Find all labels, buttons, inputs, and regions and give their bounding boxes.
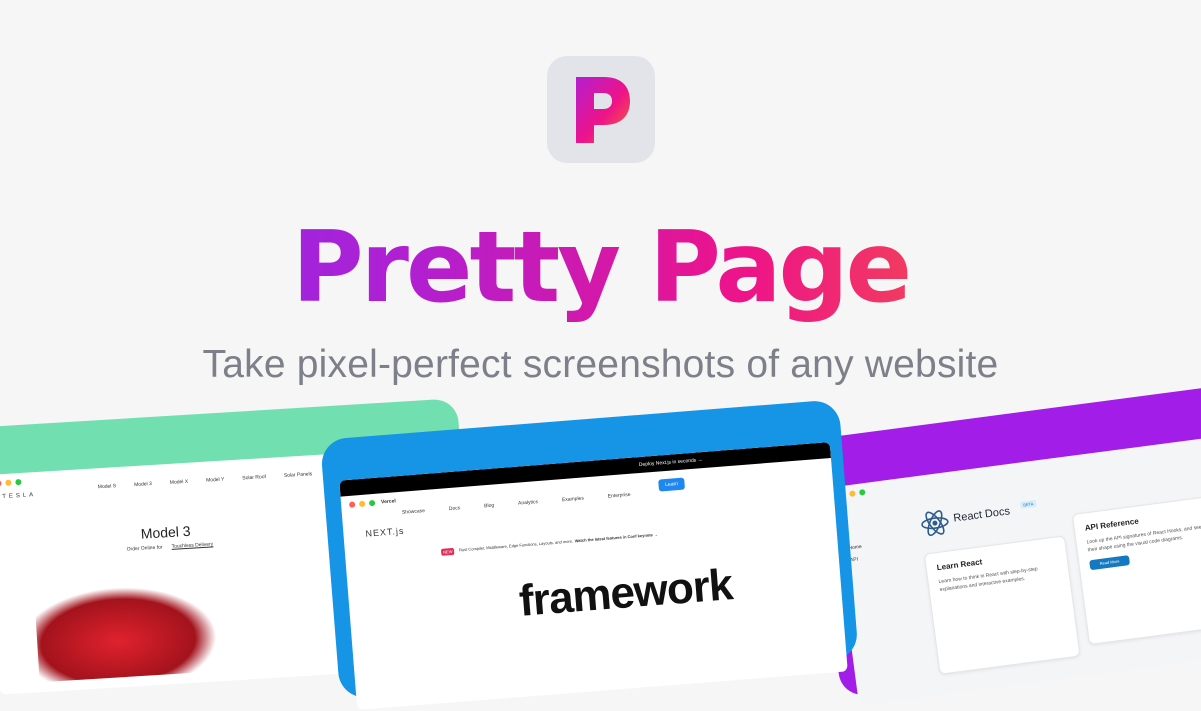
nav-item[interactable]: Model 3 [134, 481, 152, 488]
nav-item[interactable]: Model X [170, 479, 189, 486]
nav-item[interactable]: Docs [449, 505, 461, 512]
nav-item[interactable]: Model S [98, 483, 117, 490]
car-image [34, 581, 220, 683]
tagline: Take pixel-perfect screenshots of any we… [202, 343, 999, 386]
page-title: Pretty Page [0, 208, 1201, 328]
hero-heading: framework [517, 560, 735, 626]
react-docs-title: React Docs [952, 505, 1011, 525]
tesla-logo: TESLA [2, 492, 37, 501]
nextjs-preview-screen: Deploy Next.js in seconds → Vercel Learn… [339, 442, 848, 710]
learn-react-card[interactable]: Learn React Learn how to think in React … [923, 535, 1081, 675]
tesla-nav: Model S Model 3 Model X Model Y Solar Ro… [98, 471, 313, 490]
announcement-link[interactable]: Watch the latest features in Conf keynot… [574, 532, 658, 544]
tesla-heading: Model 3 [140, 522, 191, 542]
learn-button[interactable]: Learn [658, 477, 686, 492]
nav-item[interactable]: Showcase [402, 508, 425, 516]
beta-badge: BETA [1019, 499, 1037, 509]
window-controls [0, 478, 22, 487]
nav-item[interactable]: Examples [562, 495, 584, 503]
nav-item[interactable]: Enterprise [608, 492, 631, 500]
announcement-text: Rust Compiler, Middleware, Edge Function… [458, 538, 574, 553]
nav-item[interactable]: Blog [484, 503, 494, 510]
nextjs-preview-frame: Deploy Next.js in seconds → Vercel Learn… [320, 399, 859, 710]
pretty-page-logo-icon [576, 76, 630, 143]
nextjs-logo: NEXT.js [365, 525, 405, 539]
promo-banner: Deploy Next.js in seconds → [339, 442, 831, 497]
api-reference-card[interactable]: API Reference Look up the API signatures… [1071, 495, 1201, 646]
window-controls [348, 499, 376, 508]
nav-item[interactable]: Analytics [518, 499, 538, 507]
read-more-button[interactable]: Read More [1089, 555, 1131, 571]
react-preview-screen: React Docs BETA Home API Learn React Lea… [830, 432, 1201, 706]
nav-item[interactable]: Solar Panels [284, 471, 313, 479]
promo-banner-text[interactable]: Deploy Next.js in seconds → [639, 457, 703, 468]
nextjs-nav: Showcase Docs Blog Analytics Examples En… [402, 492, 631, 516]
nav-item[interactable]: Model Y [206, 477, 225, 484]
new-badge: NEW [440, 547, 455, 556]
react-preview-frame: React Docs BETA Home API Learn React Lea… [808, 383, 1201, 706]
tesla-subheading: Order Online for [126, 544, 163, 553]
tesla-delivery-link[interactable]: Touchless Delivery [171, 541, 213, 550]
vercel-logo[interactable]: Vercel [381, 498, 396, 505]
app-logo [547, 56, 655, 163]
nav-item[interactable]: Solar Roof [242, 474, 266, 481]
react-logo-icon [921, 510, 949, 537]
